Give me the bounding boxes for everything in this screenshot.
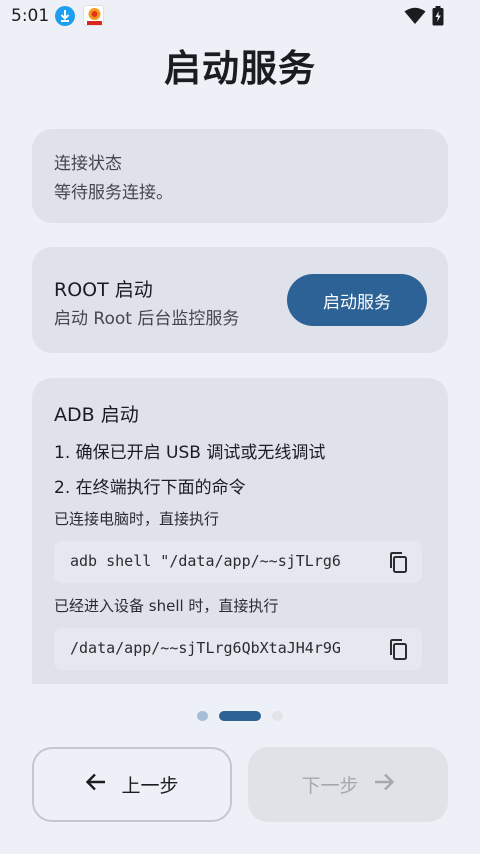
copy-icon[interactable] [387,551,409,577]
page-dot-2-active [219,711,261,721]
start-service-button[interactable]: 启动服务 [287,274,427,326]
app-notification-icon [83,5,104,26]
connection-status-label: 连接状态 [54,154,122,174]
adb-start-title: ADB 启动 [54,404,139,426]
root-start-description: 启动 Root 后台监控服务 [54,309,240,329]
connection-status-value: 等待服务连接。 [54,183,173,203]
page-indicator [0,710,480,722]
root-start-title: ROOT 启动 [54,279,153,301]
pc-command-note: 已连接电脑时，直接执行 [54,510,220,528]
download-notification-icon [55,6,75,26]
battery-icon [432,6,444,30]
device-command-text[interactable]: /data/app/~~sjTLrg6QbXtaJH4r9G [70,639,382,657]
page-dot-3 [272,711,283,721]
connection-status-card: 连接状态 等待服务连接。 [32,129,448,223]
pc-command-text[interactable]: adb shell "/data/app/~~sjTLrg6 [70,552,382,570]
device-command-note: 已经进入设备 shell 时，直接执行 [54,597,279,615]
next-step-button[interactable]: 下一步 [248,747,448,822]
next-step-label: 下一步 [301,775,359,797]
adb-step-1: 1. 确保已开启 USB 调试或无线调试 [54,443,326,463]
copy-icon[interactable] [387,638,409,664]
status-time: 5:01 [11,6,50,26]
wifi-icon [404,7,426,29]
status-bar: 5:01 [0,0,480,32]
adb-step-2: 2. 在终端执行下面的命令 [54,478,246,498]
previous-step-button[interactable]: 上一步 [32,747,232,822]
arrow-right-icon [373,771,395,798]
root-start-card: ROOT 启动 启动 Root 后台监控服务 启动服务 [32,247,448,353]
pc-command-box[interactable]: adb shell "/data/app/~~sjTLrg6 [54,541,422,583]
arrow-left-icon [85,771,107,798]
page-dot-1 [197,711,208,721]
adb-start-card: ADB 启动 1. 确保已开启 USB 调试或无线调试 2. 在终端执行下面的命… [32,378,448,684]
previous-step-label: 上一步 [121,775,179,797]
page-title: 启动服务 [164,47,316,90]
device-command-box[interactable]: /data/app/~~sjTLrg6QbXtaJH4r9G [54,628,422,670]
